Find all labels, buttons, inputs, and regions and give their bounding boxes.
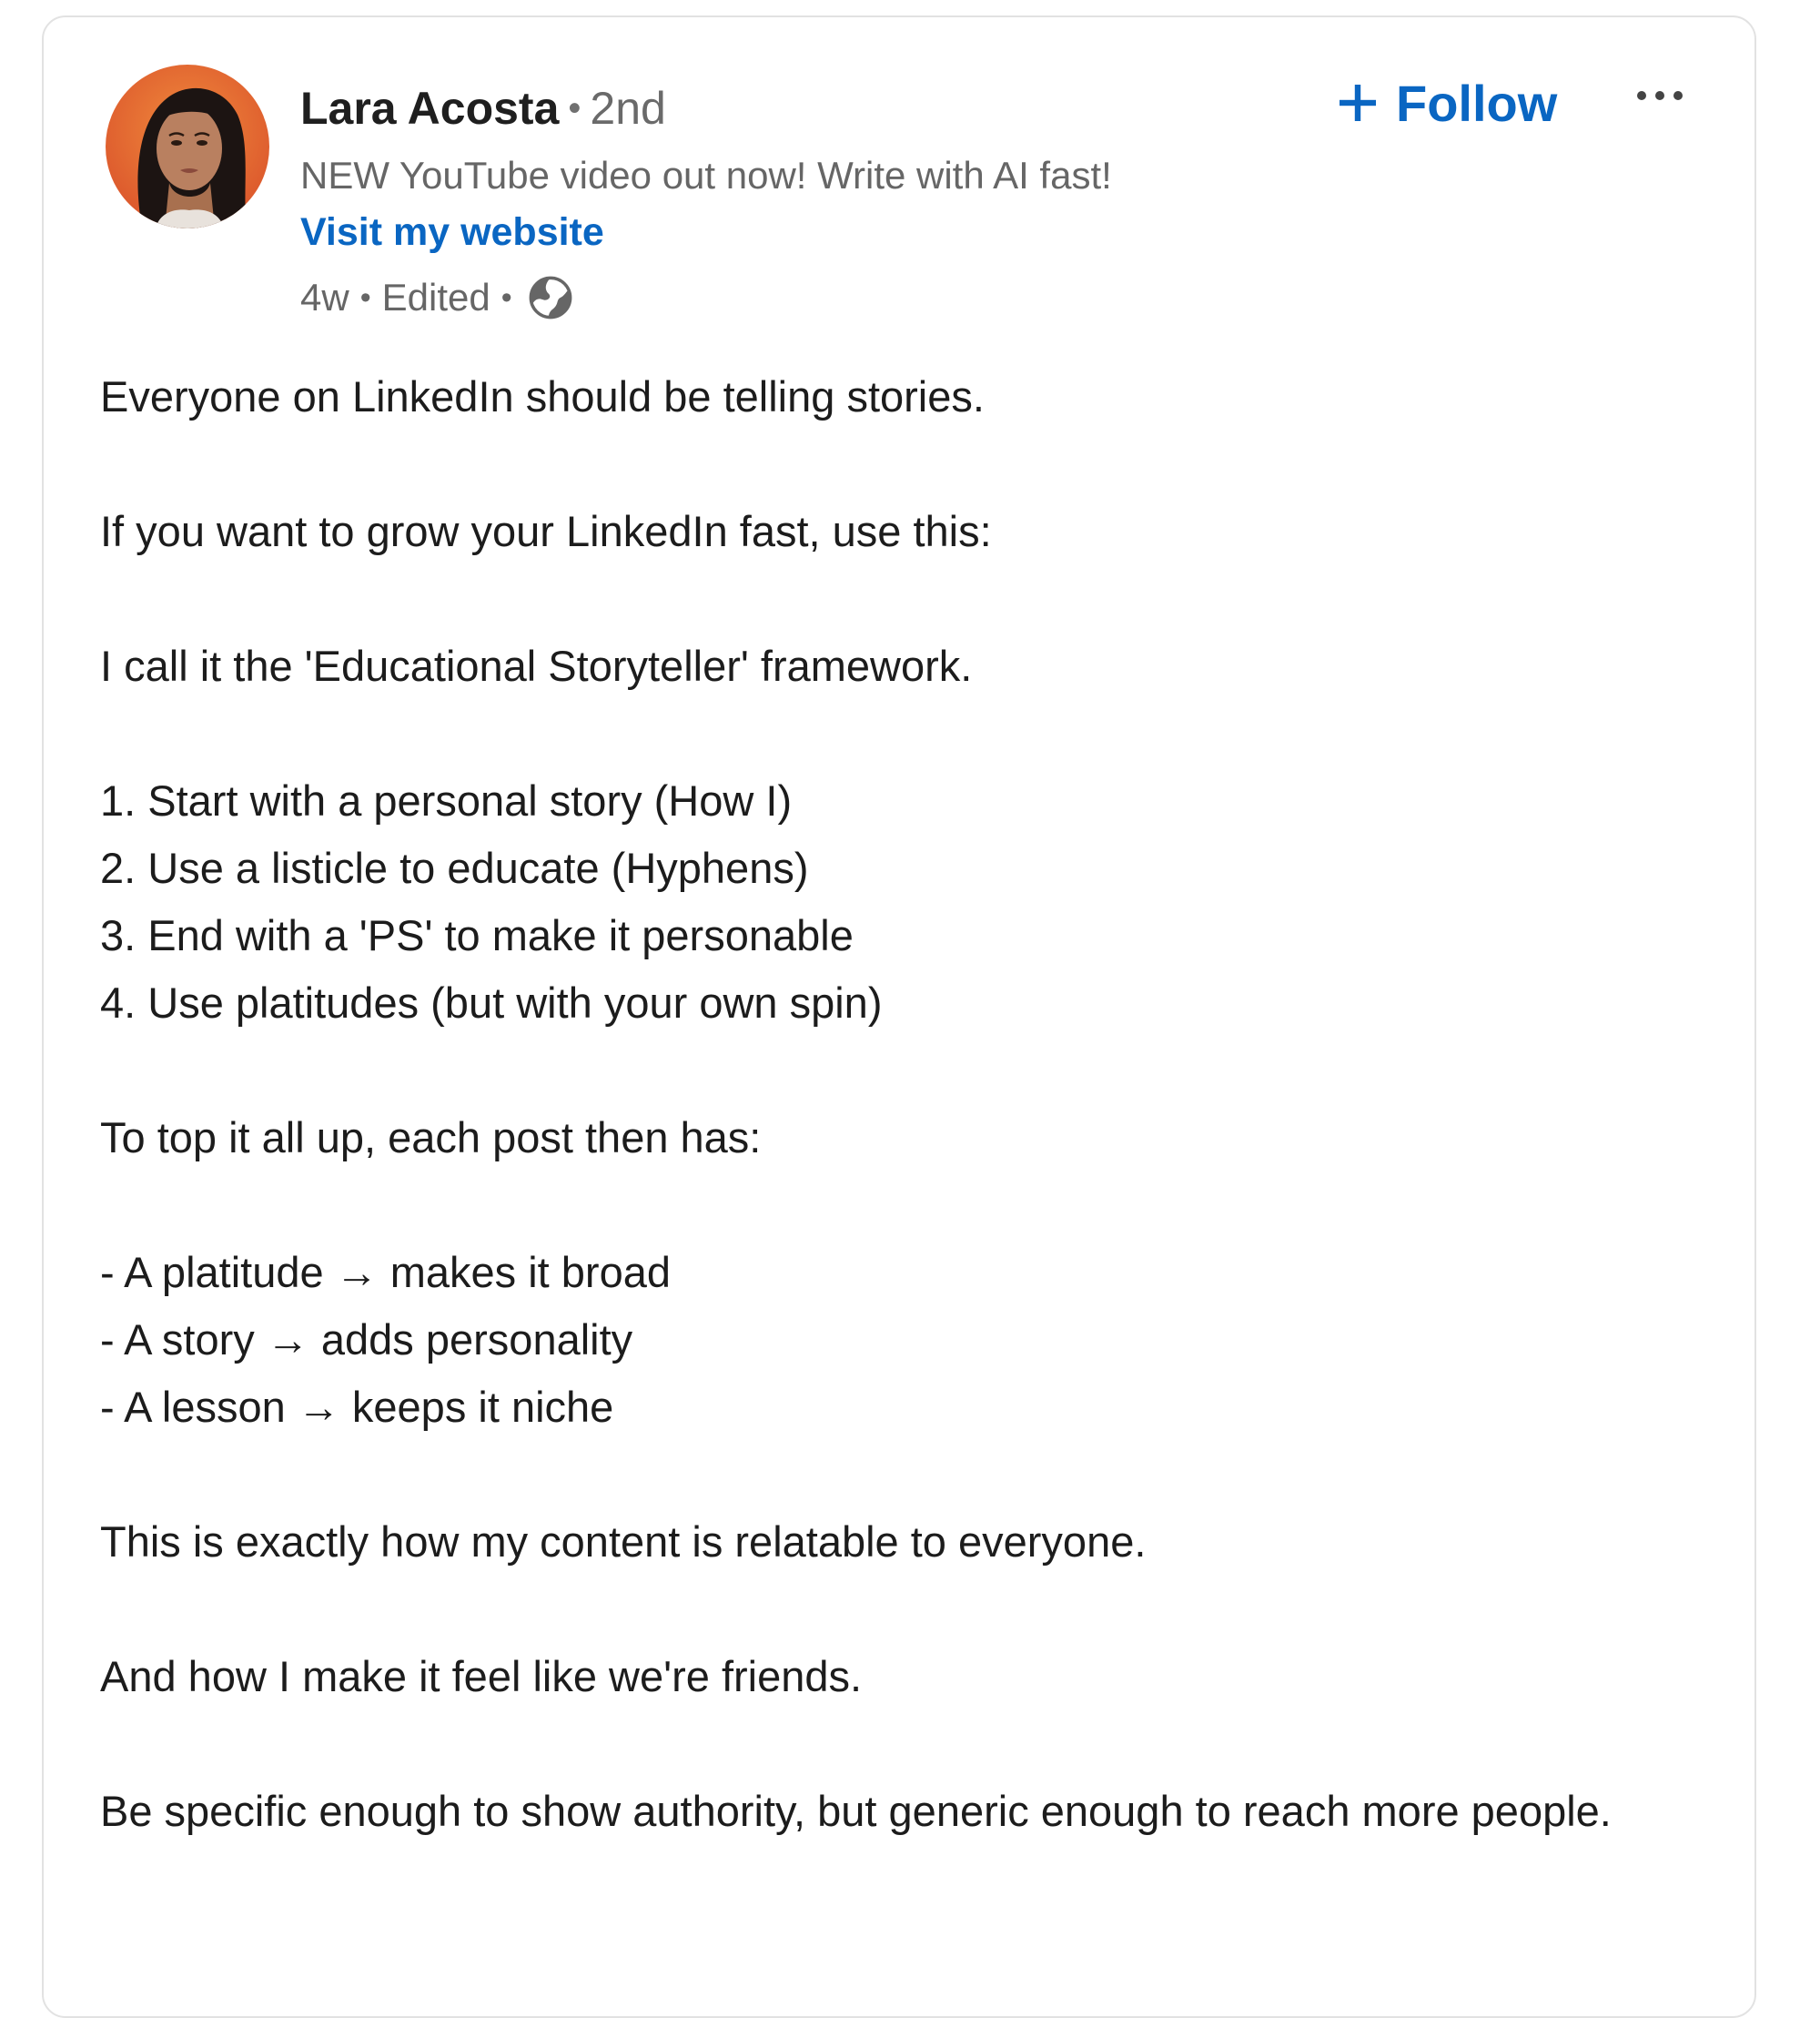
post-paragraph: I call it the 'Educational Storyteller' …: [100, 633, 1720, 700]
more-horizontal-icon: [1634, 89, 1685, 106]
more-options-button[interactable]: [1627, 77, 1693, 117]
meta-separator: •: [359, 280, 371, 315]
post-card: Lara Acosta • 2nd NEW YouTube video out no…: [42, 15, 1756, 2018]
post-list-item: - A story → adds personality: [100, 1315, 633, 1364]
post-paragraph: Be specific enough to show authority, bu…: [100, 1778, 1720, 1845]
post-list: 1. Start with a personal story (How I) 2.…: [100, 767, 1720, 1037]
post-text-line: To top it all up, each post then has:: [100, 1113, 762, 1161]
post-text-line: Be specific enough to show authority, bu…: [100, 1787, 1612, 1835]
post-list-item: - A lesson → keeps it niche: [100, 1383, 614, 1431]
post-list-item: 3. End with a 'PS' to make it personable: [100, 911, 854, 959]
post-list-item: 2. Use a listicle to educate (Hyphens): [100, 844, 809, 892]
post-text-line: And how I make it feel like we're friend…: [100, 1652, 863, 1700]
post-meta: 4w • Edited •: [300, 274, 574, 321]
post-list: - A platitude → makes it broad - A story …: [100, 1239, 1720, 1441]
post-paragraph: To top it all up, each post then has:: [100, 1104, 1720, 1171]
post-paragraph: This is exactly how my content is relata…: [100, 1508, 1720, 1576]
author-avatar[interactable]: [106, 65, 269, 228]
post-text-line: This is exactly how my content is relata…: [100, 1517, 1147, 1566]
avatar-photo: [106, 65, 269, 228]
visit-website-link[interactable]: Visit my website: [300, 208, 604, 256]
follow-label: Follow: [1396, 74, 1558, 132]
post-paragraph: And how I make it feel like we're friend…: [100, 1643, 1720, 1710]
post-body: Everyone on LinkedIn should be telling s…: [100, 363, 1720, 1912]
author-name[interactable]: Lara Acosta: [300, 83, 559, 134]
post-list-item: 1. Start with a personal story (How I): [100, 776, 793, 825]
connection-degree: 2nd: [590, 83, 666, 134]
post-list-item: 4. Use platitudes (but with your own spi…: [100, 979, 883, 1027]
plus-icon: [1336, 81, 1380, 125]
author-line: Lara Acosta • 2nd: [300, 81, 666, 136]
post-paragraph: If you want to grow your LinkedIn fast, …: [100, 498, 1720, 565]
post-text-line: Everyone on LinkedIn should be telling s…: [100, 372, 985, 421]
globe-icon: [527, 274, 574, 321]
post-paragraph: Everyone on LinkedIn should be telling s…: [100, 363, 1720, 431]
author-headline: NEW YouTube video out now! Write with AI…: [300, 154, 1112, 197]
post-text-line: If you want to grow your LinkedIn fast, …: [100, 507, 992, 555]
post-time: 4w: [300, 276, 349, 319]
meta-separator: •: [500, 280, 512, 315]
degree-separator: •: [568, 88, 581, 128]
follow-button[interactable]: Follow: [1336, 68, 1557, 137]
post-list-item: - A platitude → makes it broad: [100, 1248, 671, 1296]
post-text-line: I call it the 'Educational Storyteller' …: [100, 642, 973, 690]
edited-label: Edited: [381, 276, 490, 319]
